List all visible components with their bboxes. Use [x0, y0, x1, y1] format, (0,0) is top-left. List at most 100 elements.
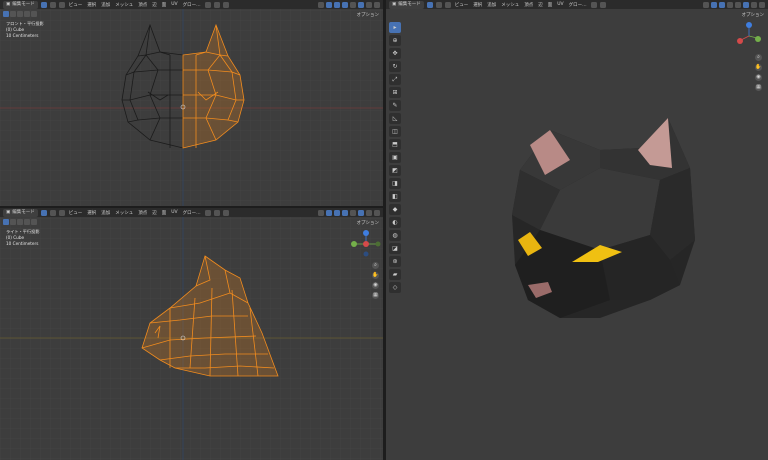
mode-selector[interactable]: ▣ 編集モード — [3, 0, 38, 9]
xray-toggle-icon[interactable] — [342, 1, 348, 8]
select-new-icon[interactable] — [3, 11, 9, 17]
shading-rendered-icon[interactable] — [374, 1, 380, 8]
xray-toggle-icon[interactable] — [342, 209, 348, 216]
grid-icon[interactable]: ▦ — [755, 84, 762, 91]
menu-add[interactable]: 追加 — [486, 2, 497, 8]
scale-icon[interactable]: ⤢ — [389, 74, 401, 85]
spin-icon[interactable]: ◐ — [389, 217, 401, 228]
gizmo-toggle-icon[interactable] — [711, 1, 717, 8]
viewport-perspective[interactable]: ▣ 編集モード ビュー 選択 追加 メッシュ 頂点 辺 面 UV グロー… オプシ… — [386, 0, 768, 460]
shading-solid-icon[interactable] — [743, 1, 749, 8]
select-extend-icon[interactable] — [10, 11, 16, 17]
xray-toggle-icon[interactable] — [727, 1, 733, 8]
visibility-icon[interactable] — [318, 209, 324, 216]
cursor-icon[interactable]: ⊕ — [389, 35, 401, 46]
menu-mesh[interactable]: メッシュ — [114, 210, 134, 216]
options-dropdown[interactable]: オプション — [357, 220, 380, 226]
gizmo-toggle-icon[interactable] — [326, 1, 332, 8]
menu-edge[interactable]: 辺 — [151, 2, 158, 8]
overlay-toggle-icon[interactable] — [334, 1, 340, 8]
visibility-icon[interactable] — [703, 1, 709, 8]
edge-slide-icon[interactable]: ◪ — [389, 243, 401, 254]
hand-icon[interactable]: ✋ — [755, 64, 762, 71]
shrink-icon[interactable]: ⊛ — [389, 256, 401, 267]
shading-wire-icon[interactable] — [735, 1, 741, 8]
shading-wire-icon[interactable] — [350, 209, 356, 216]
shading-material-icon[interactable] — [751, 1, 757, 8]
menu-select[interactable]: 選択 — [472, 2, 483, 8]
knife-icon[interactable]: ◧ — [389, 191, 401, 202]
menu-uv[interactable]: UV — [556, 2, 564, 7]
bevel-icon[interactable]: ◩ — [389, 165, 401, 176]
edge-select-button[interactable] — [49, 1, 56, 8]
snap-icon[interactable] — [213, 1, 220, 8]
vertex-select-button[interactable] — [40, 1, 47, 8]
vertex-select-button[interactable] — [40, 209, 47, 216]
grid-icon[interactable]: ▦ — [372, 292, 379, 299]
menu-uv[interactable]: UV — [170, 2, 178, 7]
viewport-right[interactable]: ▣ 編集モード ビュー 選択 追加 メッシュ 頂点 辺 面 UV グロー… オプ… — [0, 208, 383, 460]
shading-wire-icon[interactable] — [350, 1, 356, 8]
shear-icon[interactable]: ▰ — [389, 269, 401, 280]
snap-icon[interactable] — [213, 209, 220, 216]
select-subtract-icon[interactable] — [17, 11, 23, 17]
menu-edge[interactable]: 辺 — [151, 210, 158, 216]
menu-face[interactable]: 面 — [547, 2, 554, 8]
menu-view[interactable]: ビュー — [68, 210, 84, 216]
menu-view[interactable]: ビュー — [68, 2, 84, 8]
options-dropdown[interactable]: オプション — [742, 12, 765, 18]
shading-solid-icon[interactable] — [358, 209, 364, 216]
shading-material-icon[interactable] — [366, 1, 372, 8]
shading-rendered-icon[interactable] — [759, 1, 765, 8]
transform-orientation[interactable]: グロー… — [568, 2, 588, 8]
select-new-icon[interactable] — [3, 219, 9, 225]
poly-build-icon[interactable]: ◆ — [389, 204, 401, 215]
edge-select-button[interactable] — [49, 209, 56, 216]
select-extend-icon[interactable] — [10, 219, 16, 225]
options-dropdown[interactable]: オプション — [357, 12, 380, 18]
transform-orientation[interactable]: グロー… — [182, 210, 202, 216]
viewport-perspective-canvas[interactable] — [386, 0, 768, 460]
pivot-icon[interactable] — [204, 209, 211, 216]
extrude-icon[interactable]: ⬒ — [389, 139, 401, 150]
menu-face[interactable]: 面 — [161, 210, 168, 216]
face-select-button[interactable] — [444, 1, 451, 8]
move-icon[interactable]: ✥ — [389, 48, 401, 59]
overlay-toggle-icon[interactable] — [719, 1, 725, 8]
loop-cut-icon[interactable]: ◨ — [389, 178, 401, 189]
menu-view[interactable]: ビュー — [454, 2, 470, 8]
rip-icon[interactable]: ◇ — [389, 282, 401, 293]
measure-icon[interactable]: ◺ — [389, 113, 401, 124]
annotate-icon[interactable]: ✎ — [389, 100, 401, 111]
face-select-button[interactable] — [58, 209, 65, 216]
camera-icon[interactable]: ◉ — [755, 74, 762, 81]
menu-mesh[interactable]: メッシュ — [500, 2, 520, 8]
vertex-select-button[interactable] — [426, 1, 433, 8]
shading-material-icon[interactable] — [366, 209, 372, 216]
select-invert-icon[interactable] — [24, 11, 30, 17]
menu-mesh[interactable]: メッシュ — [114, 2, 134, 8]
menu-select[interactable]: 選択 — [86, 2, 97, 8]
transform-orientation[interactable]: グロー… — [182, 2, 202, 8]
select-subtract-icon[interactable] — [17, 219, 23, 225]
transform-icon[interactable]: ⊞ — [389, 87, 401, 98]
viewport-front-canvas[interactable] — [0, 0, 383, 206]
menu-edge[interactable]: 辺 — [537, 2, 544, 8]
proportional-icon[interactable] — [222, 1, 229, 8]
snap-icon[interactable] — [599, 1, 606, 8]
select-invert-icon[interactable] — [24, 219, 30, 225]
shading-rendered-icon[interactable] — [374, 209, 380, 216]
menu-face[interactable]: 面 — [161, 2, 168, 8]
visibility-icon[interactable] — [318, 1, 324, 8]
viewport-right-canvas[interactable] — [0, 208, 383, 460]
hand-icon[interactable]: ✋ — [372, 272, 379, 279]
select-intersect-icon[interactable] — [31, 11, 37, 17]
rotate-icon[interactable]: ↻ — [389, 61, 401, 72]
pivot-icon[interactable] — [204, 1, 211, 8]
viewport-front[interactable]: ▣ 編集モード ビュー 選択 追加 メッシュ 頂点 辺 面 UV グロー… オプ… — [0, 0, 383, 206]
camera-icon[interactable]: ◉ — [372, 282, 379, 289]
inset-icon[interactable]: ▣ — [389, 152, 401, 163]
menu-vertex[interactable]: 頂点 — [523, 2, 534, 8]
smooth-icon[interactable]: ◍ — [389, 230, 401, 241]
overlay-toggle-icon[interactable] — [334, 209, 340, 216]
